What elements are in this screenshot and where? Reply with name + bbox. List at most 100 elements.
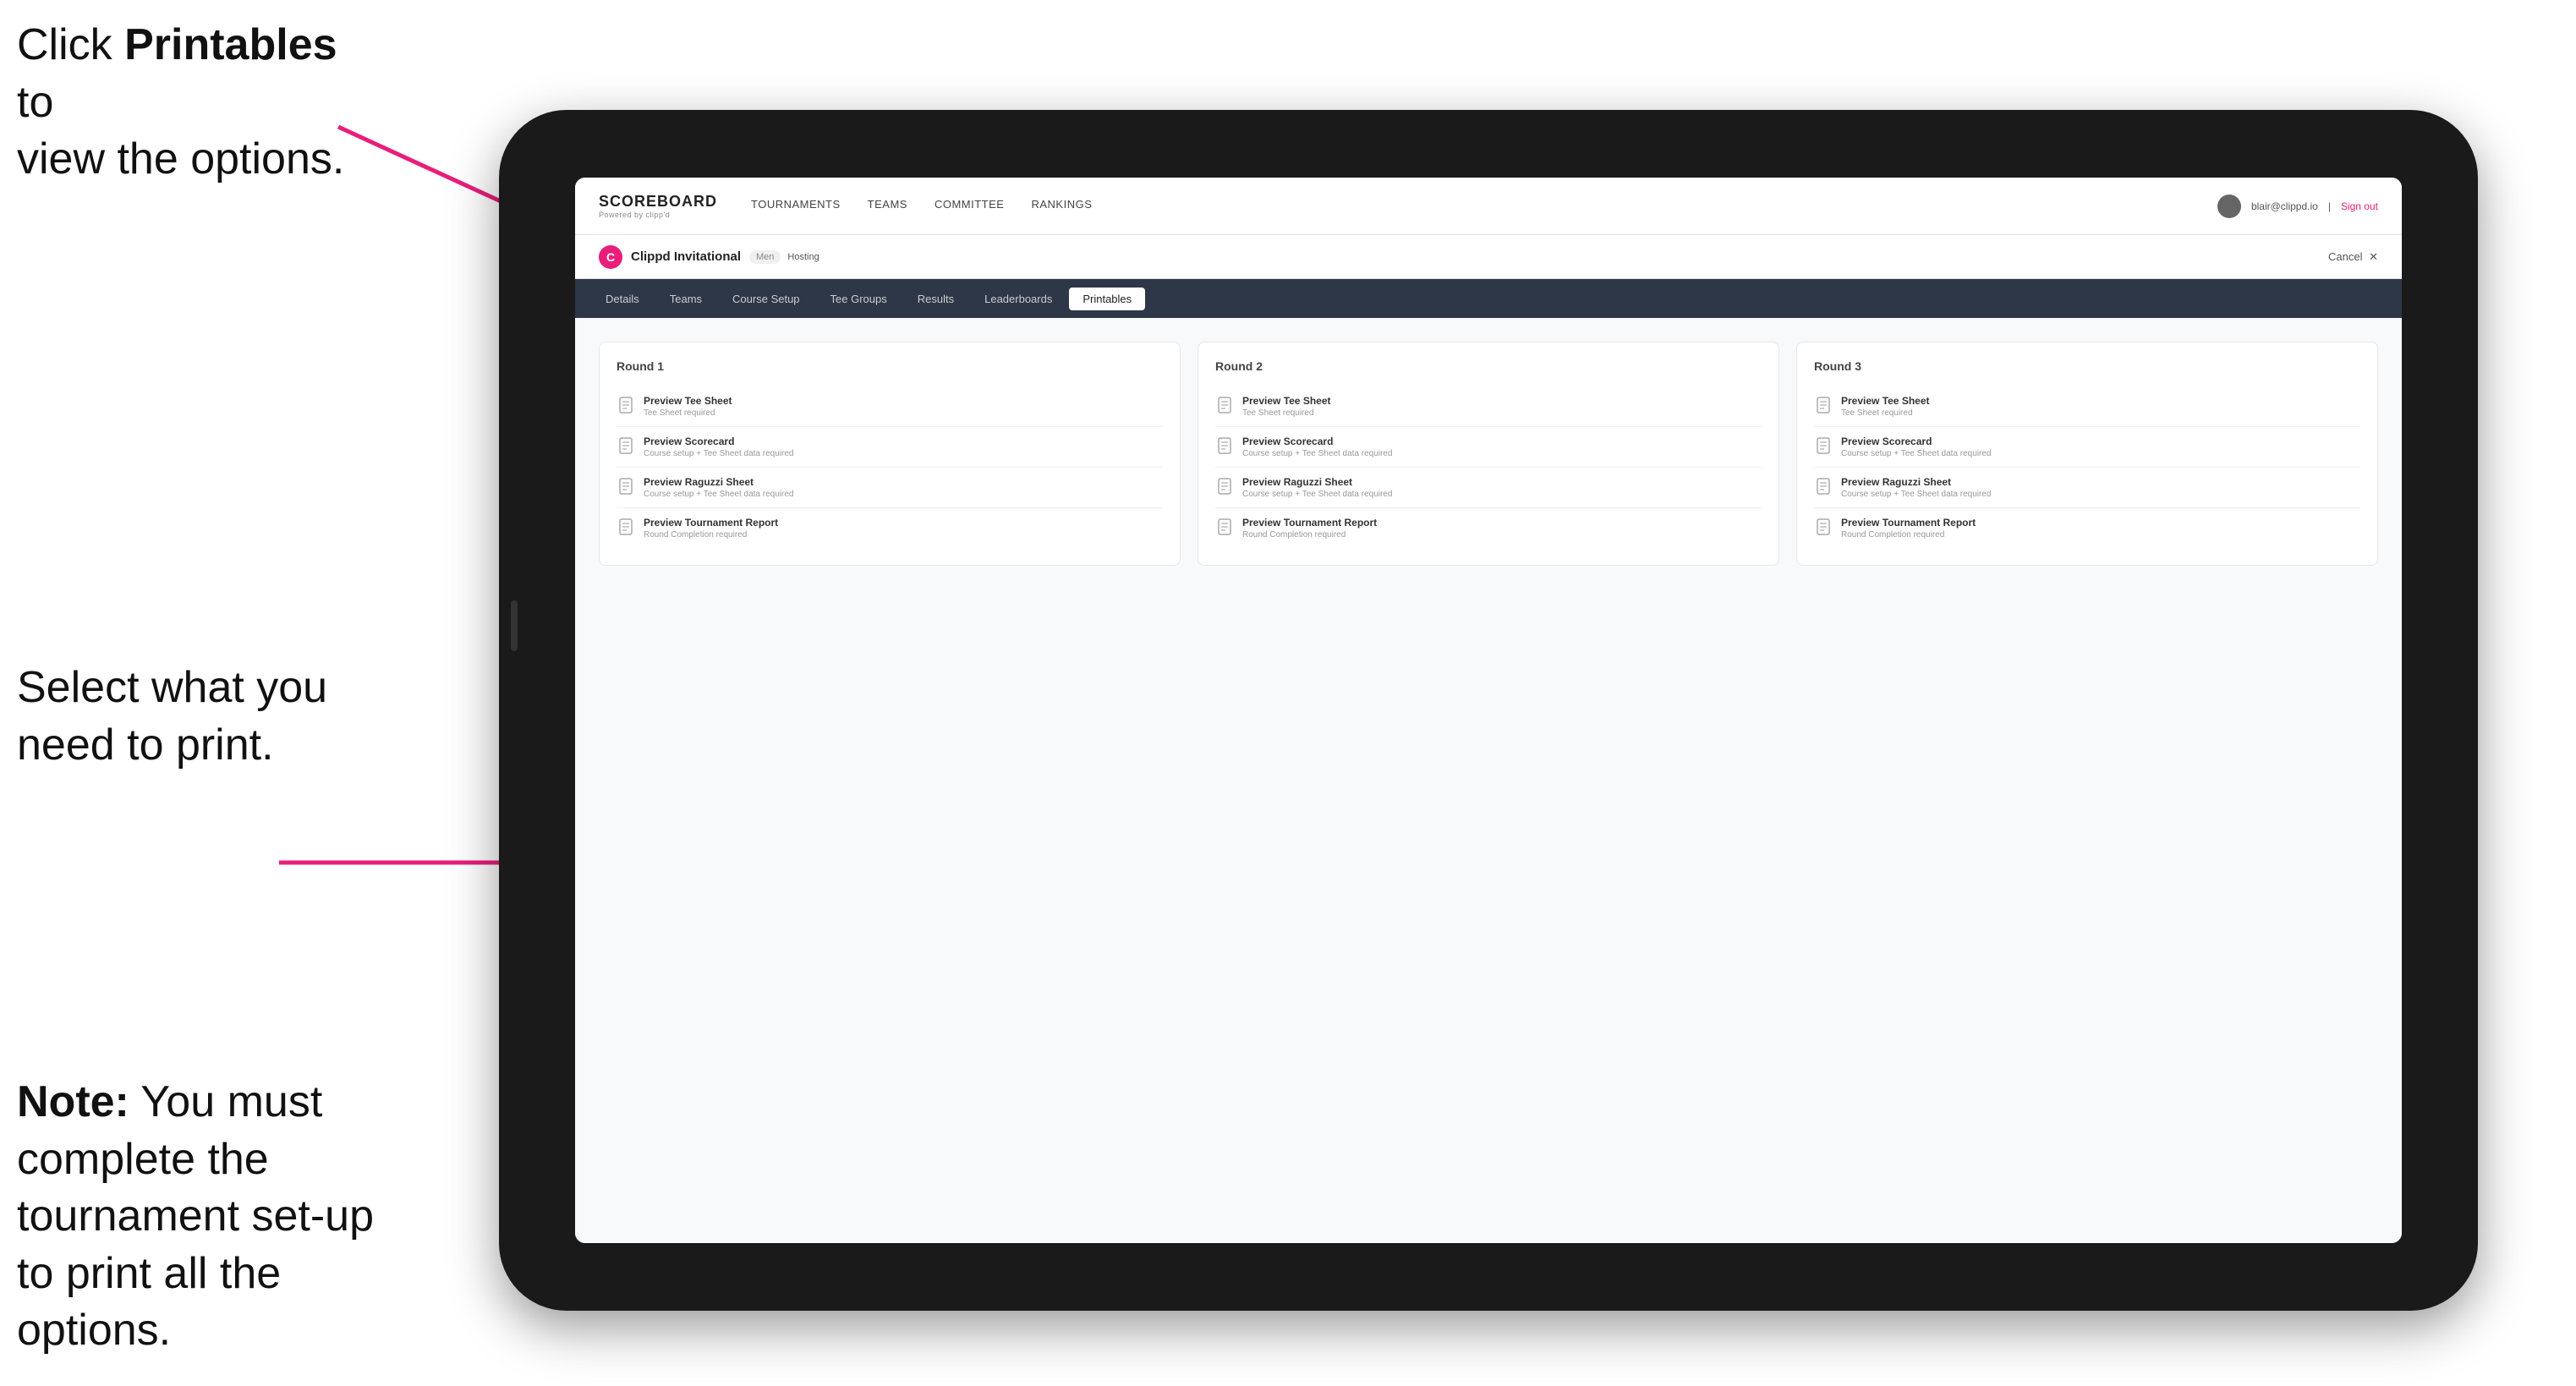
instruction-note-bold: Note:	[17, 1077, 129, 1126]
instruction-top: Click Printables toview the options.	[17, 17, 372, 189]
top-nav-links: TOURNAMENTS TEAMS COMMITTEE RANKINGS	[751, 198, 2217, 214]
nav-teams[interactable]: TEAMS	[868, 198, 907, 214]
instruction-top-text: Click Printables toview the options.	[17, 20, 344, 184]
scoreboard-logo: SCOREBOARD Powered by clipp'd	[599, 193, 717, 219]
round1-tournament-report-subtitle: Round Completion required	[644, 530, 778, 540]
round1-scorecard-subtitle: Course setup + Tee Sheet data required	[644, 449, 793, 458]
round2-tournament-report-title: Preview Tournament Report	[1242, 517, 1377, 529]
tab-details[interactable]: Details	[592, 288, 653, 310]
round2-tee-sheet-title: Preview Tee Sheet	[1242, 395, 1331, 407]
instruction-bottom: Note: You mustcomplete thetournament set…	[17, 1074, 423, 1360]
rounds-grid: Round 1 Preview Tee Sheet Tee Sheet requ…	[599, 342, 2378, 566]
tournament-header: C Clippd Invitational Men Hosting Cancel…	[575, 235, 2402, 279]
round3-raguzzi-subtitle: Course setup + Tee Sheet data required	[1841, 490, 1991, 499]
round2-tournament-report[interactable]: Preview Tournament Report Round Completi…	[1215, 508, 1762, 548]
cancel-link[interactable]: Cancel	[2328, 250, 2362, 263]
tournament-icon: C	[599, 245, 622, 269]
round3-tee-sheet-icon	[1814, 396, 1833, 414]
tab-results[interactable]: Results	[904, 288, 967, 310]
round1-tee-sheet-text: Preview Tee Sheet Tee Sheet required	[644, 395, 732, 418]
round2-raguzzi-icon	[1215, 477, 1234, 496]
logo-subtitle: Powered by clipp'd	[599, 211, 717, 219]
round3-tournament-report[interactable]: Preview Tournament Report Round Completi…	[1814, 508, 2360, 548]
tournament-badge: Men	[749, 250, 781, 264]
tab-tee-groups[interactable]: Tee Groups	[817, 288, 901, 310]
hosting-badge: Hosting	[787, 252, 819, 262]
round3-scorecard[interactable]: Preview Scorecard Course setup + Tee She…	[1814, 427, 2360, 468]
top-nav-right: blair@clippd.io | Sign out	[2217, 194, 2378, 218]
round1-tee-sheet[interactable]: Preview Tee Sheet Tee Sheet required	[617, 386, 1163, 427]
logo-title: SCOREBOARD	[599, 193, 717, 211]
nav-tournaments[interactable]: TOURNAMENTS	[751, 198, 841, 214]
round1-raguzzi[interactable]: Preview Raguzzi Sheet Course setup + Tee…	[617, 468, 1163, 508]
instruction-bold: Printables	[124, 20, 337, 69]
scorecard-icon	[617, 436, 635, 455]
round2-scorecard-subtitle: Course setup + Tee Sheet data required	[1242, 449, 1392, 458]
round2-raguzzi-subtitle: Course setup + Tee Sheet data required	[1242, 490, 1392, 499]
round3-tee-sheet[interactable]: Preview Tee Sheet Tee Sheet required	[1814, 386, 2360, 427]
tab-printables[interactable]: Printables	[1069, 288, 1145, 310]
round-2-title: Round 2	[1215, 359, 1762, 373]
round2-raguzzi-title: Preview Raguzzi Sheet	[1242, 476, 1392, 488]
tab-teams[interactable]: Teams	[656, 288, 715, 310]
round2-tournament-report-text: Preview Tournament Report Round Completi…	[1242, 517, 1377, 540]
round2-tee-sheet-icon	[1215, 396, 1234, 414]
tournament-header-right: Cancel ✕	[2328, 250, 2378, 264]
round3-tournament-report-icon	[1814, 518, 1833, 536]
round3-tee-sheet-title: Preview Tee Sheet	[1841, 395, 1930, 407]
tab-leaderboards[interactable]: Leaderboards	[971, 288, 1066, 310]
sign-out-link[interactable]: Sign out	[2341, 200, 2378, 212]
round3-tournament-report-title: Preview Tournament Report	[1841, 517, 1976, 529]
close-icon[interactable]: ✕	[2369, 250, 2378, 263]
nav-committee[interactable]: COMMITTEE	[934, 198, 1005, 214]
round3-scorecard-icon	[1814, 436, 1833, 455]
round1-tee-sheet-title: Preview Tee Sheet	[644, 395, 732, 407]
round2-scorecard[interactable]: Preview Scorecard Course setup + Tee She…	[1215, 427, 1762, 468]
main-content: Round 1 Preview Tee Sheet Tee Sheet requ…	[575, 318, 2402, 1243]
round3-raguzzi-text: Preview Raguzzi Sheet Course setup + Tee…	[1841, 476, 1991, 499]
round-3-column: Round 3 Preview Tee Sheet Tee Sheet requ…	[1796, 342, 2378, 566]
instruction-middle: Select what youneed to print.	[17, 660, 327, 774]
round3-raguzzi[interactable]: Preview Raguzzi Sheet Course setup + Tee…	[1814, 468, 2360, 508]
round3-tournament-report-subtitle: Round Completion required	[1841, 530, 1976, 540]
tournament-name: Clippd Invitational	[631, 249, 741, 264]
round1-tee-sheet-subtitle: Tee Sheet required	[644, 408, 732, 418]
round-2-column: Round 2 Preview Tee Sheet Tee Sheet requ…	[1198, 342, 1779, 566]
user-email: blair@clippd.io	[2251, 200, 2318, 212]
round1-scorecard-text: Preview Scorecard Course setup + Tee She…	[644, 436, 793, 458]
round2-scorecard-icon	[1215, 436, 1234, 455]
round1-scorecard-title: Preview Scorecard	[644, 436, 793, 447]
instruction-middle-text: Select what youneed to print.	[17, 663, 327, 770]
round-1-title: Round 1	[617, 359, 1163, 373]
round1-raguzzi-text: Preview Raguzzi Sheet Course setup + Tee…	[644, 476, 793, 499]
round3-scorecard-subtitle: Course setup + Tee Sheet data required	[1841, 449, 1991, 458]
round2-scorecard-text: Preview Scorecard Course setup + Tee She…	[1242, 436, 1392, 458]
round1-tournament-report-title: Preview Tournament Report	[644, 517, 778, 529]
round2-scorecard-title: Preview Scorecard	[1242, 436, 1392, 447]
round3-tournament-report-text: Preview Tournament Report Round Completi…	[1841, 517, 1976, 540]
round2-tournament-report-subtitle: Round Completion required	[1242, 530, 1377, 540]
round3-scorecard-title: Preview Scorecard	[1841, 436, 1991, 447]
nav-rankings[interactable]: RANKINGS	[1031, 198, 1092, 214]
round1-tournament-report-text: Preview Tournament Report Round Completi…	[644, 517, 778, 540]
round2-tournament-report-icon	[1215, 518, 1234, 536]
round3-raguzzi-title: Preview Raguzzi Sheet	[1841, 476, 1991, 488]
round2-raguzzi[interactable]: Preview Raguzzi Sheet Course setup + Tee…	[1215, 468, 1762, 508]
round1-raguzzi-subtitle: Course setup + Tee Sheet data required	[644, 490, 793, 499]
tournament-report-icon	[617, 518, 635, 536]
tee-sheet-icon	[617, 396, 635, 414]
tab-course-setup[interactable]: Course Setup	[719, 288, 814, 310]
round-1-column: Round 1 Preview Tee Sheet Tee Sheet requ…	[599, 342, 1181, 566]
round1-raguzzi-title: Preview Raguzzi Sheet	[644, 476, 793, 488]
round1-scorecard[interactable]: Preview Scorecard Course setup + Tee She…	[617, 427, 1163, 468]
tablet-frame: SCOREBOARD Powered by clipp'd TOURNAMENT…	[499, 110, 2478, 1311]
nav-separator: |	[2328, 200, 2331, 212]
top-nav: SCOREBOARD Powered by clipp'd TOURNAMENT…	[575, 178, 2402, 235]
tablet-side-button	[511, 600, 518, 651]
round1-tournament-report[interactable]: Preview Tournament Report Round Completi…	[617, 508, 1163, 548]
round3-scorecard-text: Preview Scorecard Course setup + Tee She…	[1841, 436, 1991, 458]
round2-tee-sheet[interactable]: Preview Tee Sheet Tee Sheet required	[1215, 386, 1762, 427]
round3-raguzzi-icon	[1814, 477, 1833, 496]
round2-raguzzi-text: Preview Raguzzi Sheet Course setup + Tee…	[1242, 476, 1392, 499]
round2-tee-sheet-subtitle: Tee Sheet required	[1242, 408, 1331, 418]
